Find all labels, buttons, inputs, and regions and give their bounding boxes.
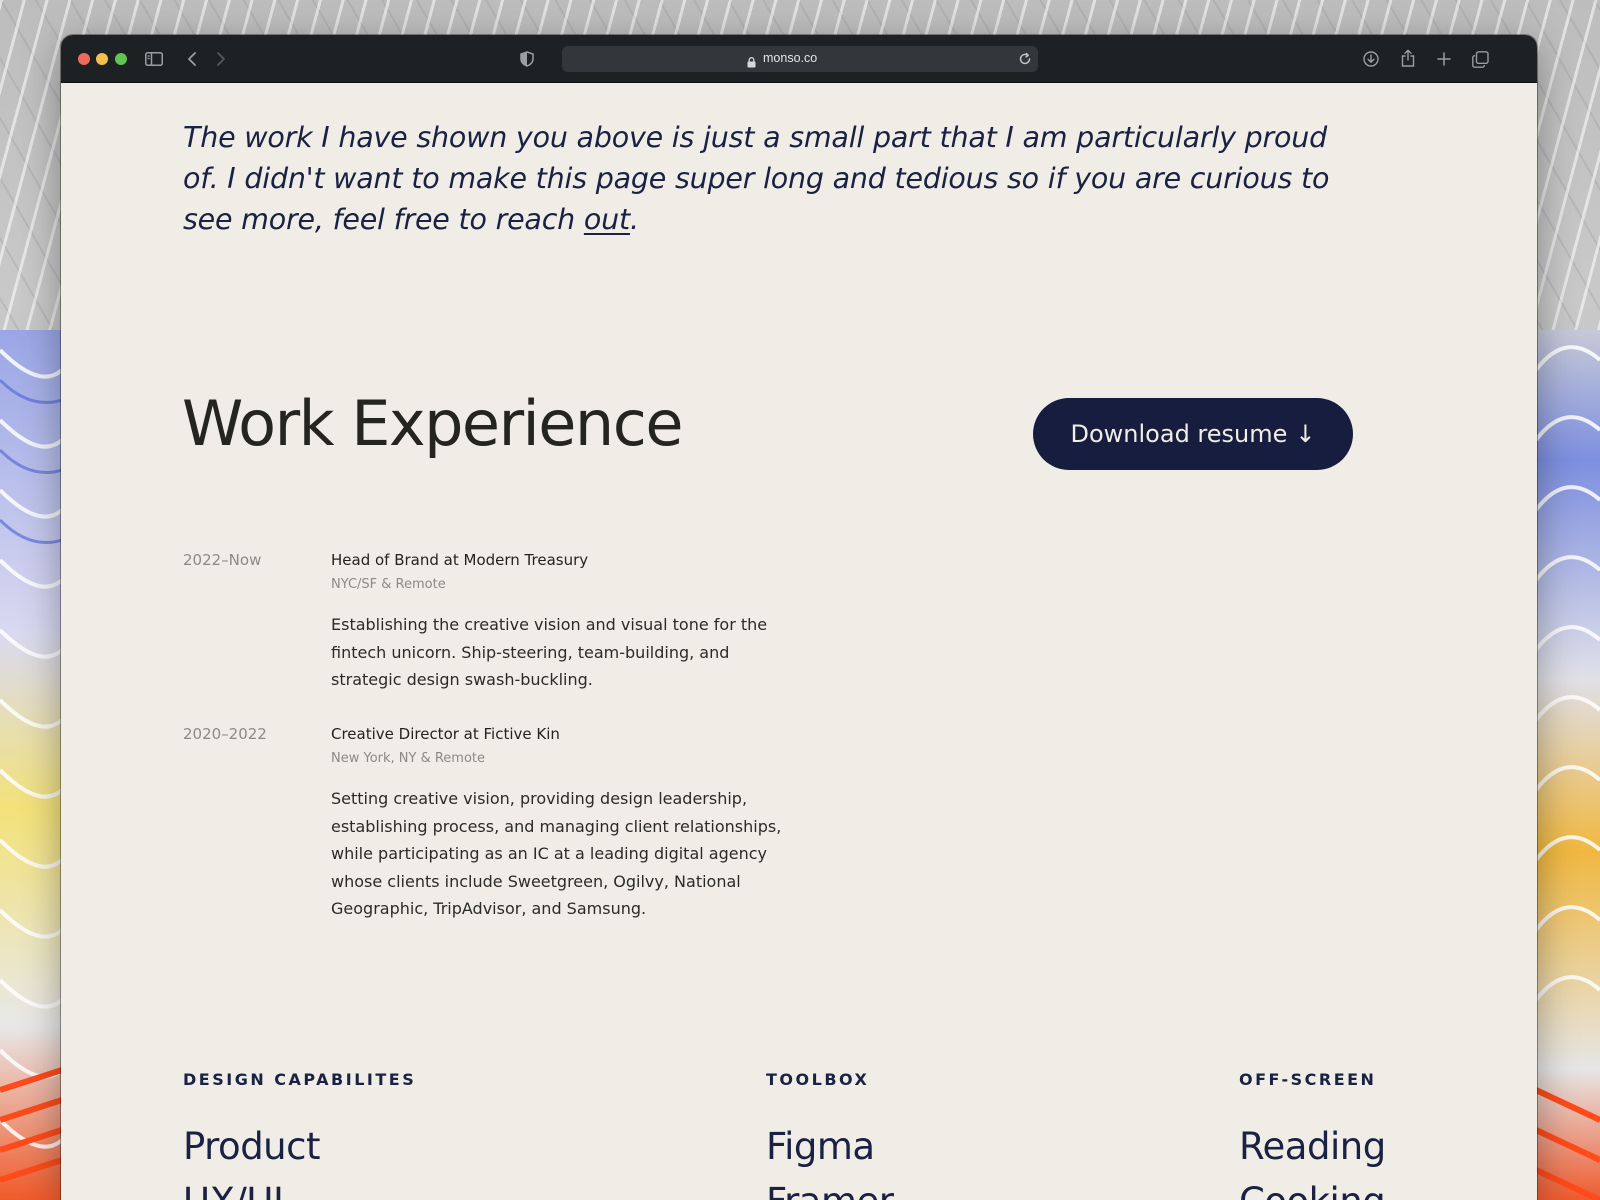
off-screen-list: Reading Cooking — [1239, 1119, 1386, 1200]
list-item: Framer — [766, 1174, 894, 1200]
chevron-right-icon[interactable] — [213, 49, 229, 69]
job-location: NYC/SF & Remote — [331, 577, 446, 592]
browser-titlebar: monso.co — [61, 35, 1537, 83]
download-resume-label: Download resume — [1070, 420, 1288, 448]
job-description: Establishing the creative vision and vis… — [331, 615, 768, 689]
job-entry: 2022–Now Head of Brand at Modern Treasur… — [183, 551, 803, 701]
list-item: Reading — [1239, 1125, 1386, 1168]
share-icon[interactable] — [1398, 48, 1418, 68]
reach-out-link[interactable]: out — [584, 203, 630, 236]
job-years: 2020–2022 — [183, 725, 267, 743]
design-capabilities-label: DESIGN CAPABILITES — [183, 1070, 417, 1089]
wallpaper-left-decoration — [0, 330, 62, 1200]
list-item: UX/UI — [183, 1174, 416, 1200]
off-screen-label: OFF-SCREEN — [1239, 1070, 1377, 1089]
page-content: The work I have shown you above is just … — [61, 83, 1537, 1200]
toolbox-column: TOOLBOX Figma Framer — [766, 1070, 894, 1200]
arrow-down-icon: ↓ — [1295, 420, 1316, 448]
list-item: Figma — [766, 1125, 875, 1168]
list-item: Cooking — [1239, 1174, 1386, 1200]
intro-text-end: . — [629, 203, 639, 236]
intro-text: The work I have shown you above is just … — [183, 121, 1330, 236]
job-years: 2022–Now — [183, 551, 262, 569]
browser-window: monso.co The work I have shown you above… — [61, 35, 1537, 1200]
toolbox-list: Figma Framer — [766, 1119, 894, 1200]
design-capabilities-column: DESIGN CAPABILITES Product UX/UI — [183, 1070, 416, 1200]
lock-icon — [747, 53, 756, 72]
address-bar[interactable]: monso.co — [562, 46, 1038, 72]
tabs-overview-icon[interactable] — [1470, 49, 1490, 69]
close-window-button[interactable] — [78, 53, 90, 65]
toolbox-label: TOOLBOX — [766, 1070, 870, 1089]
maximize-window-button[interactable] — [115, 53, 127, 65]
download-icon[interactable] — [1361, 49, 1381, 69]
work-experience-heading: Work Experience — [182, 387, 683, 460]
job-title: Creative Director at Fictive Kin — [331, 725, 560, 743]
plus-icon[interactable] — [1434, 49, 1454, 69]
list-item: Product — [183, 1125, 320, 1168]
wallpaper-right-decoration — [1536, 330, 1600, 1200]
minimize-window-button[interactable] — [96, 53, 108, 65]
job-location: New York, NY & Remote — [331, 751, 486, 766]
job-entry: 2020–2022 Creative Director at Fictive K… — [183, 725, 803, 935]
reload-icon[interactable] — [1018, 51, 1032, 70]
chevron-left-icon[interactable] — [184, 49, 200, 69]
intro-paragraph: The work I have shown you above is just … — [183, 117, 1363, 240]
download-resume-button[interactable]: Download resume ↓ — [1033, 398, 1353, 470]
url-text: monso.co — [763, 51, 818, 65]
off-screen-column: OFF-SCREEN Reading Cooking — [1239, 1070, 1386, 1200]
design-capabilities-list: Product UX/UI — [183, 1119, 416, 1200]
job-description: Setting creative vision, providing desig… — [331, 789, 782, 918]
sidebar-icon[interactable] — [144, 49, 164, 69]
shield-icon[interactable] — [518, 49, 536, 69]
job-title: Head of Brand at Modern Treasury — [331, 551, 589, 569]
